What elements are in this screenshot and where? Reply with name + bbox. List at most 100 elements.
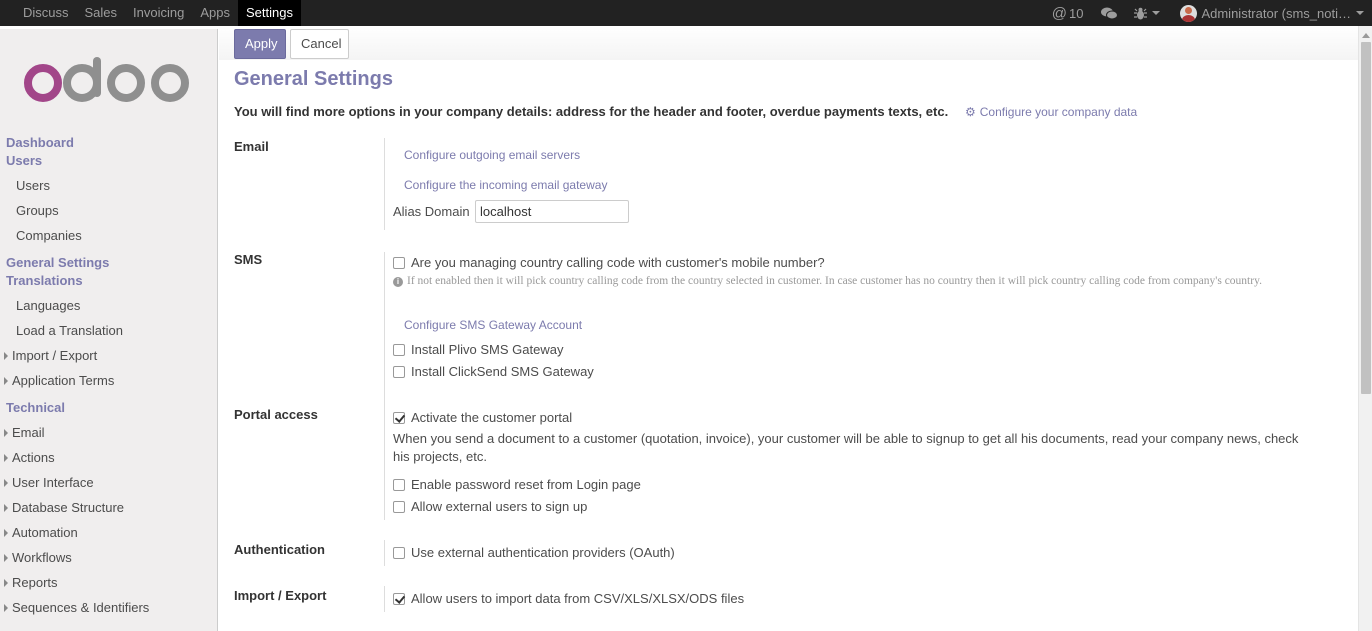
sidebar-item-label: Technical (6, 400, 66, 415)
mentions-count: 10 (1068, 5, 1084, 21)
alias-domain-input[interactable] (475, 200, 629, 223)
sidebar-item-groups[interactable]: Groups (0, 198, 218, 223)
clicksend-checkbox[interactable] (393, 365, 405, 378)
vertical-scrollbar[interactable] (1358, 26, 1372, 631)
chevron-down-icon (1152, 11, 1161, 15)
activate-portal-option[interactable]: Activate the customer portal (393, 410, 572, 425)
sms-gateway-link[interactable]: Configure SMS Gateway Account (404, 318, 582, 332)
user-menu-button[interactable]: Administrator (sms_noti… (1180, 4, 1364, 22)
country-code-checkbox[interactable] (393, 256, 405, 269)
menu-sales[interactable]: Sales (77, 0, 126, 26)
password-reset-label: Enable password reset from Login page (411, 477, 641, 492)
sidebar-item-email[interactable]: Email (0, 420, 218, 445)
sidebar-item-sequences-identifiers[interactable]: Sequences & Identifiers (0, 595, 218, 620)
caret-right-icon (4, 503, 8, 512)
at-icon: @ (1051, 4, 1067, 22)
sidebar-item-label: Workflows (12, 550, 72, 565)
sidebar-item-companies[interactable]: Companies (0, 223, 218, 248)
incoming-email-link[interactable]: Configure the incoming email gateway (404, 178, 607, 192)
top-navbar: Discuss Sales Invoicing Apps Settings @ … (0, 0, 1372, 26)
sidebar-item-label: Actions (12, 450, 55, 465)
caret-right-icon (4, 478, 8, 487)
password-reset-option[interactable]: Enable password reset from Login page (393, 477, 641, 492)
country-code-label: Are you managing country calling code wi… (411, 255, 825, 270)
sidebar-item-translations[interactable]: Translations (0, 272, 218, 290)
sms-section-label: SMS (234, 252, 263, 267)
sidebar-item-workflows[interactable]: Workflows (0, 545, 218, 570)
sidebar-item-reports[interactable]: Reports (0, 570, 218, 595)
chat-button[interactable] (1101, 7, 1119, 20)
app-menu: Discuss Sales Invoicing Apps Settings (0, 0, 301, 26)
sidebar-item-technical[interactable]: Technical (0, 399, 218, 417)
activate-portal-label: Activate the customer portal (411, 410, 573, 425)
debug-menu-button[interactable] (1134, 7, 1161, 20)
divider (384, 586, 385, 612)
sidebar-item-label: Dashboard (6, 135, 74, 150)
sidebar-item-label: General Settings (6, 255, 110, 270)
sidebar-item-label: Reports (12, 575, 58, 590)
caret-right-icon (4, 351, 8, 360)
sidebar-item-label: Sequences & Identifiers (12, 600, 150, 615)
oauth-checkbox[interactable] (393, 546, 405, 559)
oauth-option[interactable]: Use external authentication providers (O… (393, 545, 675, 560)
portal-section-label: Portal access (234, 407, 318, 422)
menu-apps[interactable]: Apps (192, 0, 238, 26)
caret-right-icon (4, 528, 8, 537)
menu-invoicing[interactable]: Invoicing (125, 0, 192, 26)
sidebar-item-label: Translations (6, 273, 83, 288)
outgoing-email-link[interactable]: Configure outgoing email servers (404, 148, 580, 162)
plivo-checkbox[interactable] (393, 343, 405, 356)
oauth-label: Use external authentication providers (O… (411, 545, 675, 560)
activate-portal-checkbox[interactable] (393, 411, 405, 424)
divider (384, 252, 385, 410)
password-reset-checkbox[interactable] (393, 478, 405, 491)
intro-text: You will find more options in your compa… (234, 104, 949, 119)
sidebar-item-load-a-translation[interactable]: Load a Translation (0, 318, 218, 343)
import-option[interactable]: Allow users to import data from CSV/XLS/… (393, 591, 744, 606)
cancel-button[interactable]: Cancel (290, 29, 349, 59)
systray: @ 10 Administrator (sms_noti… (1038, 0, 1372, 26)
odoo-logo[interactable] (22, 57, 192, 112)
import-checkbox[interactable] (393, 592, 405, 605)
menu-settings[interactable]: Settings (238, 0, 301, 26)
clicksend-option[interactable]: Install ClickSend SMS Gateway (393, 364, 594, 379)
sidebar-item-dashboard[interactable]: Dashboard (0, 134, 218, 152)
plivo-option[interactable]: Install Plivo SMS Gateway (393, 342, 563, 357)
sidebar-item-users[interactable]: Users (0, 152, 218, 170)
signup-option[interactable]: Allow external users to sign up (393, 499, 587, 514)
portal-description: When you send a document to a customer (… (393, 431, 1299, 464)
configure-company-label: Configure your company data (979, 105, 1138, 119)
caret-right-icon (4, 376, 8, 385)
sidebar-item-users[interactable]: Users (0, 173, 218, 198)
email-section-label: Email (234, 139, 269, 154)
menu-discuss[interactable]: Discuss (15, 0, 77, 26)
sidebar-item-label: Application Terms (12, 373, 115, 388)
sidebar-item-actions[interactable]: Actions (0, 445, 218, 470)
sidebar-item-general-settings[interactable]: General Settings (0, 254, 218, 272)
divider (384, 138, 385, 230)
sidebar: Dashboard Users Users Groups Companies Genera… (0, 29, 218, 631)
sidebar-item-label: Users (16, 178, 50, 193)
sidebar-item-automation[interactable]: Automation (0, 520, 218, 545)
sidebar-item-import-export[interactable]: Import / Export (0, 343, 218, 368)
sidebar-item-label: Database Structure (12, 500, 125, 515)
sidebar-item-languages[interactable]: Languages (0, 293, 218, 318)
bug-icon (1134, 7, 1148, 19)
configure-company-link[interactable]: ⚙ Configure your company data (965, 105, 1137, 119)
alias-domain-label: Alias Domain (393, 204, 470, 219)
control-panel: Apply Cancel (219, 26, 1358, 60)
mentions-button[interactable]: @ 10 (1052, 5, 1084, 22)
divider (384, 540, 385, 566)
scroll-thumb[interactable] (1361, 42, 1371, 394)
import-label: Allow users to import data from CSV/XLS/… (411, 591, 745, 606)
signup-checkbox[interactable] (393, 500, 405, 513)
sidebar-item-label: Users (6, 153, 43, 168)
country-code-option[interactable]: Are you managing country calling code wi… (393, 255, 825, 270)
caret-right-icon (4, 453, 8, 462)
sidebar-item-user-interface[interactable]: User Interface (0, 470, 218, 495)
plivo-label: Install Plivo SMS Gateway (411, 342, 564, 357)
sidebar-item-database-structure[interactable]: Database Structure (0, 495, 218, 520)
scroll-up-arrow-icon[interactable] (1362, 33, 1370, 38)
apply-button[interactable]: Apply (234, 29, 286, 59)
sidebar-item-application-terms[interactable]: Application Terms (0, 368, 218, 393)
